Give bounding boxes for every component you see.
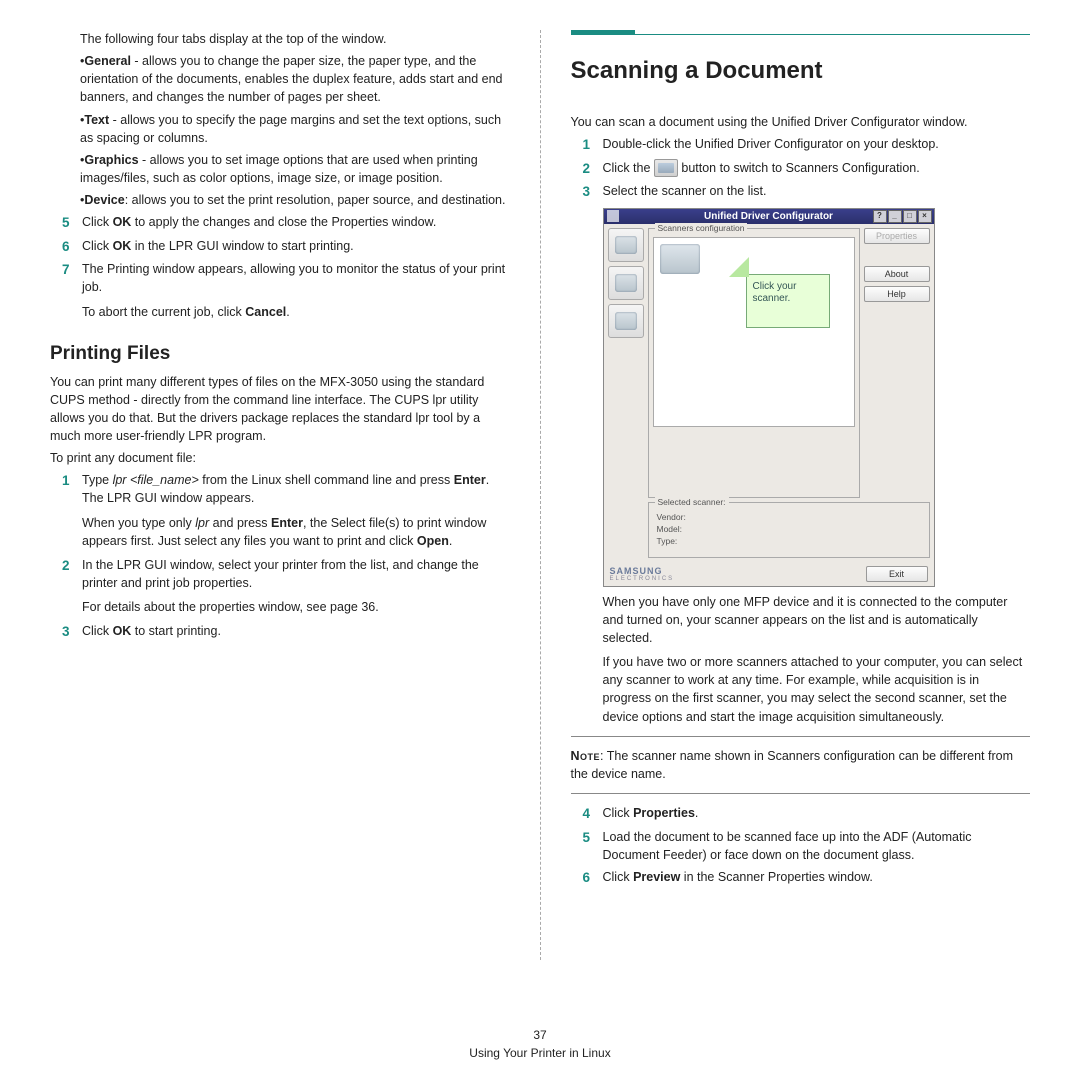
scan-step-2: 2 Click the button to switch to Scanners… [571,159,1031,179]
step-5: 5 Click OK to apply the changes and clos… [50,213,510,233]
note-box: Note: The scanner name shown in Scanners… [571,747,1031,783]
maximize-icon[interactable]: □ [903,210,917,223]
vendor-label: Vendor: [653,511,925,523]
tab-graphics-desc: - allows you to set image options that a… [80,153,478,185]
close-icon[interactable]: × [918,210,932,223]
left-column: The following four tabs display at the t… [50,30,520,960]
minimize-icon[interactable]: _ [888,210,902,223]
app-icon [607,210,619,222]
window-titlebar: Unified Driver Configurator ? _ □ × [604,209,934,224]
pf-step-2: 2 In the LPR GUI window, select your pri… [50,556,510,592]
sidebar-printers-icon[interactable] [608,228,644,262]
page-section: Using Your Printer in Linux [0,1046,1080,1060]
right-column: Scanning a Document You can scan a docum… [561,30,1031,960]
column-divider [540,30,541,960]
scanning-heading: Scanning a Document [571,57,1031,85]
tab-device-name: Device [84,193,124,207]
tab-general-name: General [84,54,131,68]
scan-step-5: 5 Load the document to be scanned face u… [571,828,1031,864]
abort-note: To abort the current job, click Cancel. [50,303,510,321]
printing-files-lead: To print any document file: [50,449,510,467]
scanner-list[interactable]: Click your scanner. [653,237,855,427]
step-7: 7 The Printing window appears, allowing … [50,260,510,296]
pf-step-2-sub: For details about the properties window,… [50,598,510,616]
scan-step-4: 4 Click Properties. [571,804,1031,824]
help-button-icon[interactable]: ? [873,210,887,223]
tab-text-desc: - allows you to specify the page margins… [80,113,501,145]
tab-device-desc: : allows you to set the print resolution… [125,193,506,207]
type-label: Type: [653,535,925,547]
about-button[interactable]: About [864,266,930,282]
printing-files-heading: Printing Files [50,343,510,365]
page-number: 37 [0,1028,1080,1042]
window-title: Unified Driver Configurator [704,211,833,222]
page-footer: 37 Using Your Printer in Linux [0,1028,1080,1060]
callout-bubble: Click your scanner. [746,274,830,328]
scanner-icon [654,159,678,177]
scan-step-1: 1 Double-click the Unified Driver Config… [571,135,1031,155]
exit-button[interactable]: Exit [866,566,928,582]
tab-graphics-name: Graphics [84,153,138,167]
pf-step-1: 1 Type lpr <file_name> from the Linux sh… [50,471,510,507]
configurator-sidebar [608,228,644,498]
step-6: 6 Click OK in the LPR GUI window to star… [50,237,510,257]
printing-files-para: You can print many different types of fi… [50,373,510,446]
configurator-screenshot: Unified Driver Configurator ? _ □ × [603,208,935,587]
help-button[interactable]: Help [864,286,930,302]
pf-step-1-sub: When you type only lpr and press Enter, … [50,514,510,550]
selected-scanner-legend: Selected scanner: [655,497,729,507]
tab-text-name: Text [84,113,109,127]
note-rule-top [571,736,1031,737]
sidebar-scanners-icon[interactable] [608,266,644,300]
after-shot-para-a: When you have only one MFP device and it… [571,593,1031,647]
properties-button[interactable]: Properties [864,228,930,244]
scanner-list-item[interactable] [660,244,700,274]
note-rule-bottom [571,793,1031,794]
scanning-intro: You can scan a document using the Unifie… [571,113,1031,131]
brand-logo: SAMSUNG ELECTRONICS [610,566,675,582]
window-buttons: ? _ □ × [873,210,932,223]
scanners-config-legend: Scanners configuration [655,223,748,233]
sidebar-ports-icon[interactable] [608,304,644,338]
tabs-intro: The following four tabs display at the t… [50,30,510,48]
scan-step-6: 6 Click Preview in the Scanner Propertie… [571,868,1031,888]
pf-step-3: 3 Click OK to start printing. [50,622,510,642]
model-label: Model: [653,523,925,535]
tabs-bullets: •General - allows you to change the pape… [50,52,510,209]
scan-step-3: 3 Select the scanner on the list. [571,182,1031,202]
tab-general-desc: - allows you to change the paper size, t… [80,54,503,104]
after-shot-para-b: If you have two or more scanners attache… [571,653,1031,726]
